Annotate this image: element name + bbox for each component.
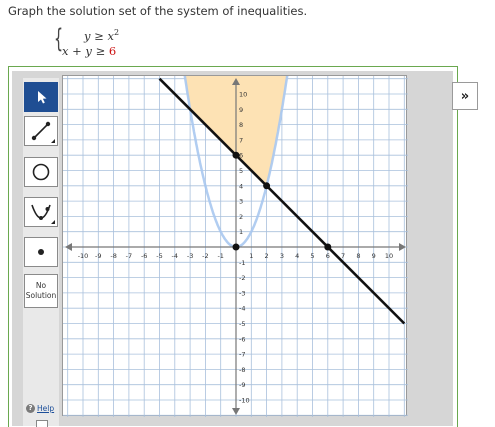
y-tick-label: 7 xyxy=(239,136,243,144)
x-tick-label: 7 xyxy=(341,252,345,260)
y-tick-label: -7 xyxy=(239,351,245,359)
y-tick-label: -2 xyxy=(239,274,245,282)
y-tick-label: -5 xyxy=(239,320,245,328)
point-tool-button[interactable] xyxy=(24,237,58,267)
x-tick-label: -4 xyxy=(172,252,178,260)
x-tick-label: -9 xyxy=(95,252,101,260)
x-tick-label: 8 xyxy=(356,252,360,260)
line-tool-button[interactable] xyxy=(24,116,58,146)
x-tick-label: -5 xyxy=(156,252,162,260)
inequality-1: y ≥ x2 xyxy=(84,28,119,43)
y-tick-label: -4 xyxy=(239,305,245,313)
x-axis-arrow-right xyxy=(399,243,406,251)
x-tick-label: -10 xyxy=(78,252,89,260)
y-tick-label: -3 xyxy=(239,289,245,297)
x-tick-label: -1 xyxy=(217,252,223,260)
y-tick-label: 6 xyxy=(239,152,243,160)
help-link[interactable]: ? Help xyxy=(26,404,54,413)
circle-icon xyxy=(32,163,50,181)
y-tick-label: -8 xyxy=(239,366,245,374)
no-solution-label-line1: No xyxy=(35,281,47,290)
inequality-1-text: y ≥ x xyxy=(84,28,114,43)
y-tick-label: 1 xyxy=(239,228,243,236)
x-tick-label: -6 xyxy=(141,252,147,260)
x-tick-label: 10 xyxy=(385,252,393,260)
graph-point xyxy=(232,151,240,159)
x-tick-label: -7 xyxy=(126,252,132,260)
inequality-2-rhs: 6 xyxy=(108,44,117,58)
x-tick-label: 3 xyxy=(280,252,284,260)
y-tick-label: 3 xyxy=(239,198,243,206)
y-tick-label: 5 xyxy=(239,167,243,175)
y-tick-label: 2 xyxy=(239,213,243,221)
x-tick-label: -3 xyxy=(187,252,193,260)
select-tool-button[interactable] xyxy=(24,82,58,112)
y-tick-label: 8 xyxy=(239,121,243,129)
graph-point xyxy=(263,182,271,190)
x-tick-label: 5 xyxy=(310,252,314,260)
y-tick-label: -1 xyxy=(239,259,245,267)
y-tick-label: 4 xyxy=(239,182,243,190)
arrow-pointer-icon xyxy=(38,91,47,104)
x-tick-label: -8 xyxy=(110,252,116,260)
graph-point xyxy=(324,243,332,251)
x-tick-label: 9 xyxy=(372,252,376,260)
graph-point xyxy=(232,243,240,251)
y-axis-arrow-down xyxy=(232,408,240,415)
inequality-2-text: x + y ≥ xyxy=(62,44,109,58)
no-solution-label-line2: Solution xyxy=(25,291,57,300)
expand-button[interactable]: » xyxy=(452,82,478,110)
circle-tool-button[interactable] xyxy=(24,157,58,187)
y-tick-label: -10 xyxy=(239,397,250,405)
x-tick-label: 4 xyxy=(295,252,299,260)
help-icon: ? xyxy=(26,404,35,413)
y-tick-label: -9 xyxy=(239,381,245,389)
point-icon xyxy=(38,249,44,255)
y-tick-label: -6 xyxy=(239,335,245,343)
y-tick-label: 9 xyxy=(239,106,243,114)
inequality-1-exponent: 2 xyxy=(113,28,120,37)
no-solution-button[interactable]: No Solution xyxy=(24,274,58,308)
coordinate-plane[interactable]: -10 -9 -8 -7 -6 -5 -4 -3 -2 -1 1 2 3 4 5 6 7 8 9 10 10 9 8 7 6 5 4… xyxy=(63,25,408,417)
x-tick-label: 2 xyxy=(265,252,269,260)
help-label: Help xyxy=(37,404,55,413)
line-segment-icon xyxy=(31,121,51,141)
parabola-icon xyxy=(31,204,51,220)
inequality-system: { y ≥ x2 x + y ≥ 6 xyxy=(54,24,144,58)
parabola-tool-button[interactable] xyxy=(24,197,58,227)
x-tick-label: 1 xyxy=(249,252,253,260)
x-tick-label: 6 xyxy=(326,252,330,260)
graph-area[interactable]: -10 -9 -8 -7 -6 -5 -4 -3 -2 -1 1 2 3 4 5 6 7 8 9 10 10 9 8 7 6 5 4… xyxy=(62,25,408,417)
problem-prompt: Graph the solution set of the system of … xyxy=(8,4,308,18)
inequality-2: x + y ≥ 6 xyxy=(62,44,116,58)
x-tick-label: -2 xyxy=(202,252,208,260)
x-axis-arrow-left xyxy=(65,243,72,251)
y-tick-label: 10 xyxy=(239,91,247,99)
